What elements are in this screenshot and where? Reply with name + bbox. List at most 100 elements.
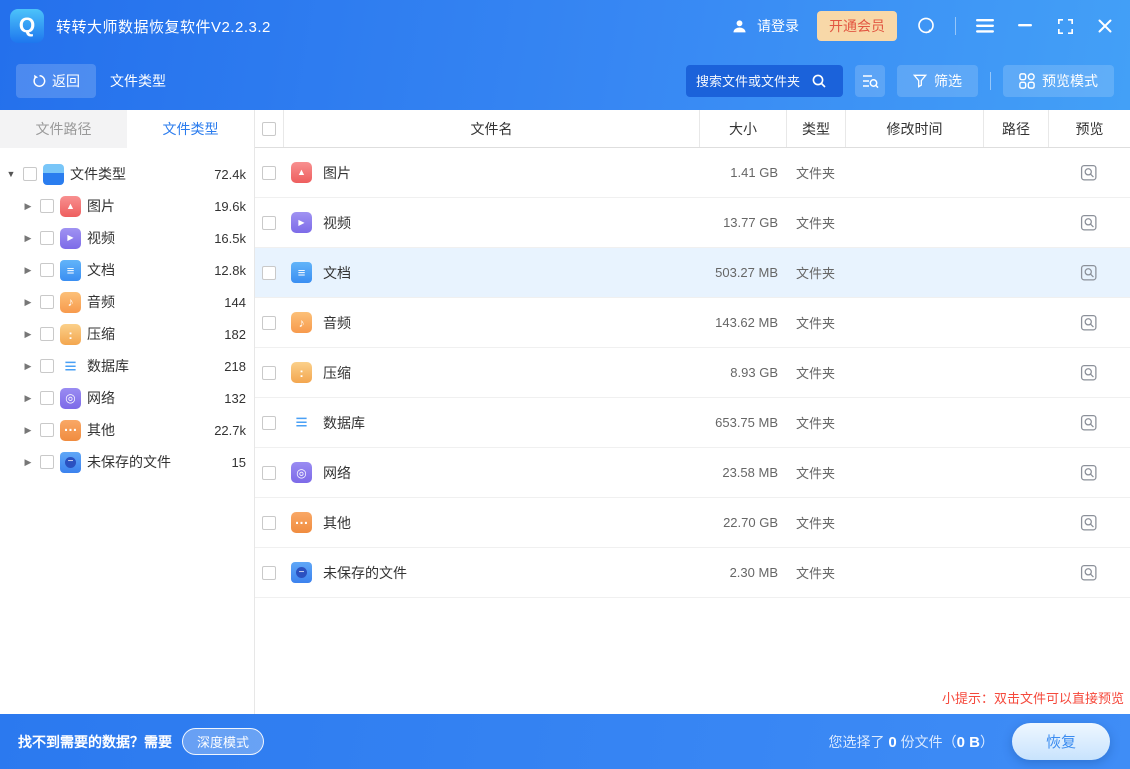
filetype-root-icon	[43, 164, 64, 185]
toolbar-divider	[990, 72, 991, 90]
tree-checkbox[interactable]	[40, 263, 54, 277]
tree-item-count: 22.7k	[214, 423, 254, 438]
header-path[interactable]: 路径	[983, 110, 1048, 147]
file-name: 未保存的文件	[323, 563, 407, 583]
preview-button[interactable]	[1080, 514, 1098, 532]
filter-label: 筛选	[934, 71, 962, 91]
sidebar-tree-item[interactable]: ▶−未保存的文件15	[0, 446, 254, 478]
sidebar-tree-item[interactable]: ▶:压缩182	[0, 318, 254, 350]
sidebar-tree-item[interactable]: ▶◎网络132	[0, 382, 254, 414]
preview-mode-button[interactable]: 预览模式	[1003, 65, 1114, 97]
preview-button[interactable]	[1080, 214, 1098, 232]
header-size[interactable]: 大小	[699, 110, 786, 147]
row-checkbox[interactable]	[262, 166, 276, 180]
expand-arrow-icon[interactable]: ▶	[22, 457, 34, 468]
menu-icon[interactable]	[974, 15, 996, 37]
file-name: 网络	[323, 463, 351, 483]
deep-mode-button[interactable]: 深度模式	[182, 728, 264, 755]
tree-item-label: 图片	[87, 196, 115, 216]
tree-checkbox[interactable]	[40, 327, 54, 341]
expand-arrow-icon[interactable]: ▶	[22, 425, 34, 436]
row-checkbox[interactable]	[262, 416, 276, 430]
preview-button[interactable]	[1080, 164, 1098, 182]
close-icon[interactable]	[1094, 15, 1116, 37]
sidebar-tree-item[interactable]: ▶≡文档12.8k	[0, 254, 254, 286]
customer-service-icon[interactable]	[915, 15, 937, 37]
row-checkbox[interactable]	[262, 316, 276, 330]
selected-size: 0 B	[957, 734, 980, 751]
preview-button[interactable]	[1080, 314, 1098, 332]
file-size: 1.41 GB	[699, 165, 786, 180]
tab-file-type[interactable]: 文件类型	[127, 110, 254, 148]
app-title: 转转大师数据恢复软件V2.2.3.2	[56, 16, 271, 37]
row-checkbox[interactable]	[262, 566, 276, 580]
tree-checkbox[interactable]	[40, 359, 54, 373]
preview-button[interactable]	[1080, 364, 1098, 382]
sidebar-tree-item[interactable]: ▶≡数据库218	[0, 350, 254, 382]
table-row[interactable]: :压缩8.93 GB文件夹	[255, 348, 1130, 398]
recover-button[interactable]: 恢复	[1012, 723, 1110, 760]
select-all-checkbox[interactable]	[262, 122, 276, 136]
header-preview[interactable]: 预览	[1048, 110, 1130, 147]
tree-checkbox[interactable]	[40, 295, 54, 309]
collapse-arrow-icon[interactable]: ▼	[5, 169, 17, 179]
expand-arrow-icon[interactable]: ▶	[22, 329, 34, 340]
file-name: 数据库	[323, 413, 365, 433]
tree-checkbox[interactable]	[40, 423, 54, 437]
table-row[interactable]: ≡文档503.27 MB文件夹	[255, 248, 1130, 298]
table-row[interactable]: ♪音频143.62 MB文件夹	[255, 298, 1130, 348]
preview-button[interactable]	[1080, 464, 1098, 482]
sidebar-tree-item[interactable]: ▶▲图片19.6k	[0, 190, 254, 222]
expand-arrow-icon[interactable]: ▶	[22, 201, 34, 212]
search-input[interactable]	[696, 74, 811, 89]
header-type[interactable]: 类型	[786, 110, 845, 147]
table-row[interactable]: ◎网络23.58 MB文件夹	[255, 448, 1130, 498]
header-modified-time[interactable]: 修改时间	[845, 110, 983, 147]
row-checkbox[interactable]	[262, 516, 276, 530]
search-in-results-button[interactable]	[855, 65, 885, 97]
tree-checkbox[interactable]	[40, 199, 54, 213]
row-checkbox[interactable]	[262, 266, 276, 280]
tree-checkbox[interactable]	[40, 231, 54, 245]
tree-item-count: 72.4k	[214, 167, 254, 182]
titlebar: Q 转转大师数据恢复软件V2.2.3.2 请登录 开通会员	[0, 0, 1130, 52]
back-label: 返回	[52, 71, 80, 91]
expand-arrow-icon[interactable]: ▶	[22, 233, 34, 244]
back-button[interactable]: 返回	[16, 64, 96, 98]
filter-button[interactable]: 筛选	[897, 65, 978, 97]
minimize-icon[interactable]	[1014, 15, 1036, 37]
preview-button[interactable]	[1080, 414, 1098, 432]
file-type: 文件夹	[786, 513, 845, 532]
maximize-icon[interactable]	[1054, 15, 1076, 37]
tree-checkbox[interactable]	[23, 167, 37, 181]
row-checkbox[interactable]	[262, 216, 276, 230]
tree-checkbox[interactable]	[40, 455, 54, 469]
table-row[interactable]: ≡数据库653.75 MB文件夹	[255, 398, 1130, 448]
preview-button[interactable]	[1080, 264, 1098, 282]
table-row[interactable]: −未保存的文件2.30 MB文件夹	[255, 548, 1130, 598]
open-vip-button[interactable]: 开通会员	[817, 11, 897, 41]
expand-arrow-icon[interactable]: ▶	[22, 361, 34, 372]
tree-item-label: 文件类型	[70, 164, 126, 184]
sidebar-tree-item[interactable]: ▶♪音频144	[0, 286, 254, 318]
sidebar-tree-item[interactable]: ▶…其他22.7k	[0, 414, 254, 446]
table-row[interactable]: ▲图片1.41 GB文件夹	[255, 148, 1130, 198]
login-button[interactable]: 请登录	[728, 15, 799, 37]
search-box	[686, 65, 843, 97]
row-checkbox[interactable]	[262, 366, 276, 380]
row-checkbox[interactable]	[262, 466, 276, 480]
tree-checkbox[interactable]	[40, 391, 54, 405]
table-row[interactable]: …其他22.70 GB文件夹	[255, 498, 1130, 548]
database-icon: ≡	[291, 412, 312, 433]
tab-file-path[interactable]: 文件路径	[0, 110, 127, 148]
sidebar-tree-item[interactable]: ▶▶视频16.5k	[0, 222, 254, 254]
preview-button[interactable]	[1080, 564, 1098, 582]
search-icon[interactable]	[811, 73, 827, 89]
table-row[interactable]: ▶视频13.77 GB文件夹	[255, 198, 1130, 248]
sidebar-tree-item[interactable]: ▼ 文件类型 72.4k	[0, 158, 254, 190]
expand-arrow-icon[interactable]: ▶	[22, 265, 34, 276]
expand-arrow-icon[interactable]: ▶	[22, 297, 34, 308]
header-file-name[interactable]: 文件名	[283, 110, 699, 147]
other-icon: …	[291, 512, 312, 533]
expand-arrow-icon[interactable]: ▶	[22, 393, 34, 404]
